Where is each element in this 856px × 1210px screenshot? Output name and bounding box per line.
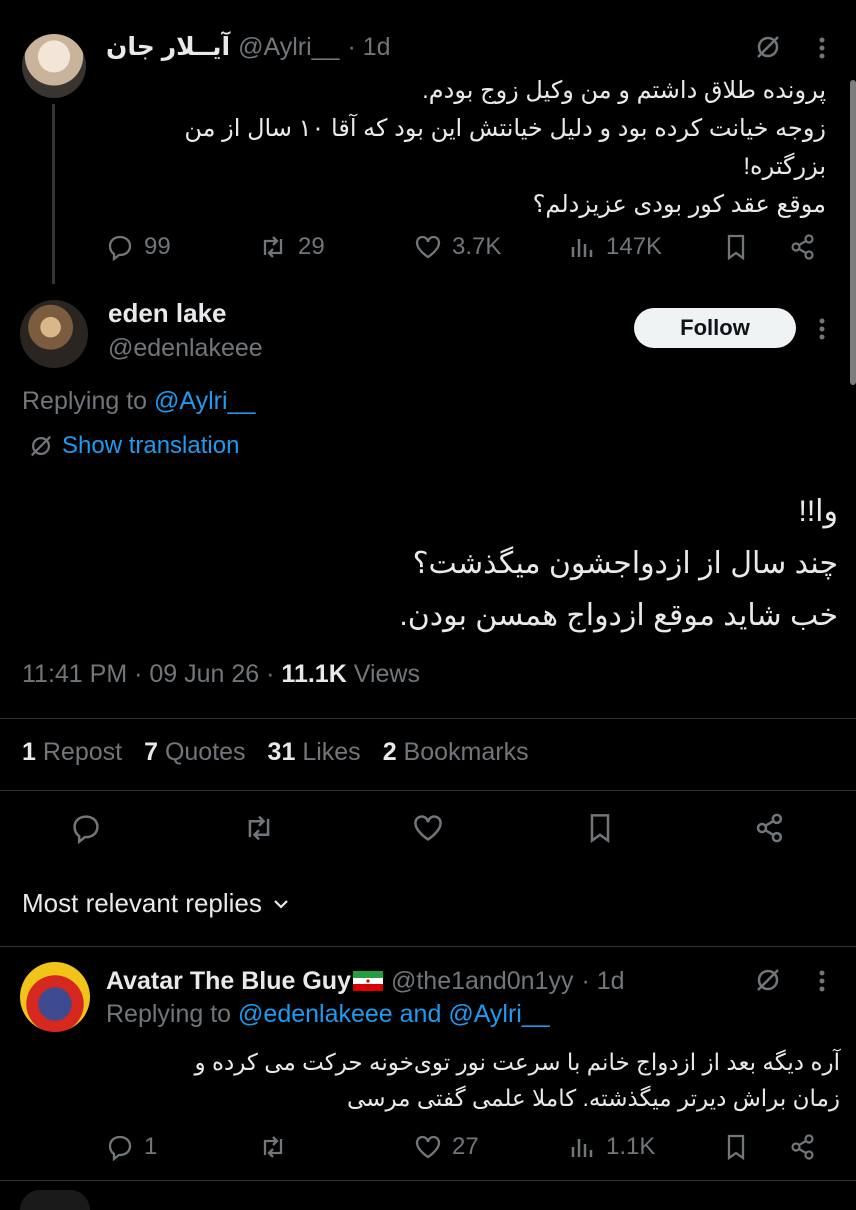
tweet-line: موقع عقد کور بودی عزیزدلم؟ xyxy=(532,191,826,218)
reply-line: زمان براش دیرتر میگذشته. کاملا علمی گفتی… xyxy=(347,1085,840,1111)
likes-count-link[interactable]: 31 Likes xyxy=(268,738,361,767)
tweet-line: وا!! xyxy=(798,495,839,528)
handle[interactable]: @the1and0n1yy xyxy=(391,967,573,996)
reply-button[interactable]: 1 xyxy=(106,1130,157,1164)
next-reply-partial xyxy=(20,1190,90,1210)
tweet-text: وا!! چند سال از ازدواجشون میگذشت؟ خب شای… xyxy=(20,486,838,642)
views-icon xyxy=(568,233,596,261)
bookmark-icon[interactable] xyxy=(722,233,750,261)
replying-prefix: Replying to xyxy=(22,387,148,415)
share-icon[interactable] xyxy=(754,812,786,844)
translate-icon xyxy=(28,433,54,459)
handle[interactable]: @edenlakeee xyxy=(108,334,263,363)
scrollbar-thumb[interactable] xyxy=(850,80,856,385)
display-name[interactable]: آیــلار جان xyxy=(106,32,230,62)
bookmark-icon[interactable] xyxy=(722,1133,750,1161)
reply-count: 1 xyxy=(144,1133,158,1160)
replying-to: Replying to @edenlakeee and @Aylri__ xyxy=(106,1000,550,1028)
tweet-line: پرونده طلاق داشتم و من وکیل زوج بودم. xyxy=(422,77,826,104)
repost-icon xyxy=(258,233,288,261)
views-icon xyxy=(568,1133,596,1161)
replying-to: Replying to @Aylri__ xyxy=(22,387,255,416)
repost-button[interactable]: 29 xyxy=(258,230,325,264)
share-icon[interactable] xyxy=(789,233,817,261)
repost-button[interactable] xyxy=(258,1130,288,1164)
replying-to-link[interactable]: @edenlakeee xyxy=(238,1000,393,1028)
divider xyxy=(0,718,856,719)
tweet-header: آیــلار جان @Aylri__ · 1d xyxy=(106,30,391,64)
grok-icon[interactable] xyxy=(754,966,782,994)
divider xyxy=(0,946,856,947)
follow-button[interactable]: Follow xyxy=(634,308,796,348)
like-count: 27 xyxy=(452,1133,479,1160)
avatar[interactable] xyxy=(22,34,86,98)
show-translation-button[interactable]: Show translation xyxy=(28,432,239,460)
reply-icon[interactable] xyxy=(70,812,102,844)
reply-count: 99 xyxy=(144,233,171,260)
iran-flag-icon xyxy=(352,971,383,991)
display-name[interactable]: Avatar The Blue Guy xyxy=(106,967,351,996)
bookmarks-count-link[interactable]: 2 Bookmarks xyxy=(383,738,529,767)
sort-dropdown[interactable]: Most relevant replies xyxy=(22,888,290,919)
replying-to-link[interactable]: @Aylri__ xyxy=(448,1000,549,1028)
views-button[interactable]: 1.1K xyxy=(568,1130,655,1164)
tweet-line: چند سال از ازدواجشون میگذشت؟ xyxy=(412,547,838,580)
sort-label: Most relevant replies xyxy=(22,888,262,918)
reply-text: آره دیگه بعد از ازدواج خانم با سرعت نور … xyxy=(106,1044,840,1116)
timestamp[interactable]: · 1d xyxy=(347,33,390,62)
repost-icon xyxy=(258,1133,288,1161)
tweet-text: پرونده طلاق داشتم و من وکیل زوج بودم. زو… xyxy=(106,72,826,224)
reply-line: آره دیگه بعد از ازدواج خانم با سرعت نور … xyxy=(194,1049,840,1075)
tweet-line: خب شاید موقع ازدواج همسن بودن. xyxy=(399,599,838,632)
handle[interactable]: @Aylri__ xyxy=(238,33,339,62)
views-button[interactable]: 147K xyxy=(568,230,662,264)
replying-to-link[interactable]: @Aylri__ xyxy=(154,387,255,415)
tweet-timestamp[interactable]: 11:41 PM · 09 Jun 26 · xyxy=(22,660,274,688)
heart-icon[interactable] xyxy=(412,812,444,844)
share-icon[interactable] xyxy=(789,1133,817,1161)
grok-icon[interactable] xyxy=(754,33,782,61)
views-count: 1.1K xyxy=(606,1133,656,1160)
thread-line xyxy=(52,104,55,284)
bookmark-icon[interactable] xyxy=(584,812,616,844)
quotes-count-link[interactable]: 7 Quotes xyxy=(144,738,245,767)
reply-header: Avatar The Blue Guy @the1and0n1yy · 1d xyxy=(106,964,625,998)
reply-icon xyxy=(106,233,134,261)
views-count: 147K xyxy=(606,233,663,260)
tweet-meta: 11:41 PM · 09 Jun 26 · 11.1K Views xyxy=(22,660,420,689)
like-button[interactable]: 27 xyxy=(414,1130,479,1164)
views-label: Views xyxy=(353,660,420,688)
heart-icon xyxy=(414,233,442,261)
repost-count-link[interactable]: 1 Repost xyxy=(22,738,122,767)
chevron-down-icon xyxy=(272,895,290,913)
repost-count: 29 xyxy=(298,233,325,260)
more-icon[interactable] xyxy=(814,967,830,995)
views-number: 11.1K xyxy=(281,660,347,688)
avatar[interactable] xyxy=(20,962,90,1032)
engagement-counts: 1 Repost 7 Quotes 31 Likes 2 Bookmarks xyxy=(22,738,529,767)
avatar[interactable] xyxy=(20,300,88,368)
more-icon[interactable] xyxy=(814,315,830,343)
more-icon[interactable] xyxy=(814,34,830,62)
tweet-line: زوجه خیانت کرده بود و دلیل خیانتش این بو… xyxy=(184,115,826,142)
like-count: 3.7K xyxy=(452,233,502,260)
repost-icon[interactable] xyxy=(242,812,276,844)
reply-icon xyxy=(106,1133,134,1161)
divider xyxy=(0,790,856,791)
reply-button[interactable]: 99 xyxy=(106,230,171,264)
heart-icon xyxy=(414,1133,442,1161)
follow-label: Follow xyxy=(680,315,750,340)
like-button[interactable]: 3.7K xyxy=(414,230,501,264)
show-translation-label: Show translation xyxy=(62,432,240,459)
divider xyxy=(0,1180,856,1181)
tweet-line: بزرگتره! xyxy=(743,153,826,180)
timestamp[interactable]: · 1d xyxy=(581,967,624,996)
display-name[interactable]: eden lake xyxy=(108,298,227,329)
